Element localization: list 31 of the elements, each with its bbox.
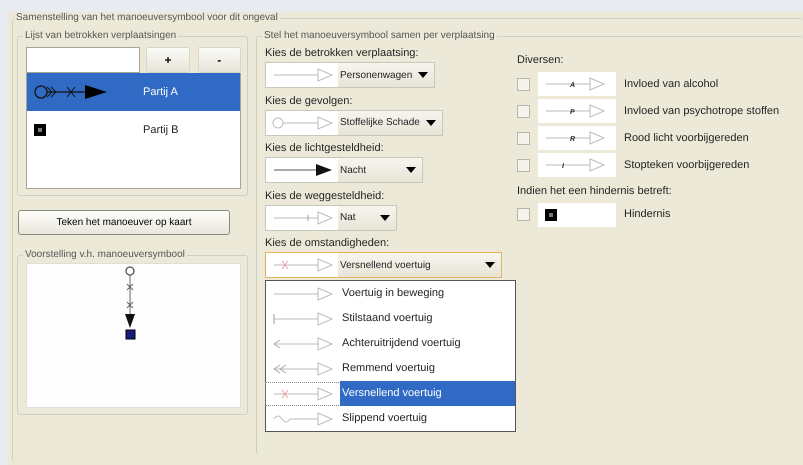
add-button[interactable]: +: [146, 47, 190, 73]
list-item[interactable]: Partij A: [27, 73, 240, 111]
dropdown-option[interactable]: Achteruitrijdend voertuig: [266, 331, 515, 356]
field-label: Kies de betrokken verplaatsing:: [265, 47, 420, 60]
option-label: Invloed van alcohol: [624, 76, 718, 92]
field-label: Kies de gevolgen:: [265, 94, 354, 108]
dropdown-select[interactable]: Nacht: [265, 157, 424, 183]
dropdown-option[interactable]: Voertuig in beweging: [266, 281, 515, 306]
option-label: Stopteken voorbijgereden: [624, 158, 750, 173]
dropdown-option[interactable]: Remmend voertuig: [266, 356, 515, 381]
panel-title: Voorstelling v.h. manoeuversymbool: [24, 249, 186, 261]
field-label: Kies de omstandigheden:: [265, 237, 390, 250]
section-label: Indien het een hindernis betreft:: [517, 184, 673, 198]
section-label: Diversen:: [517, 53, 564, 68]
dropdown-select[interactable]: Nat: [265, 204, 397, 230]
option-label: Invloed van psychotrope stoffen: [624, 104, 780, 119]
field-label: Kies de weggesteldheid:: [265, 190, 386, 202]
dropdown-select[interactable]: Stoffelijke Schade: [265, 110, 443, 136]
list-item[interactable]: Partij B: [27, 111, 240, 149]
group-title: Samenstelling van het manoeuversymbool voor dit ongeval: [15, 13, 279, 24]
draw-manoeuvre-button[interactable]: Teken het manoeuver op kaart: [18, 210, 230, 235]
dropdown-option[interactable]: Stilstaand voertuig: [266, 306, 515, 331]
dropdown-select[interactable]: Versnellend voertuig: [265, 252, 502, 278]
panel-title: Lijst van betrokken verplaatsingen: [24, 30, 178, 42]
dropdown-select[interactable]: Personenwagen: [265, 62, 436, 88]
dropdown-option[interactable]: Slippend voertuig: [266, 406, 515, 431]
panel-title: Stel het manoeuversymbool samen per verplaatsing: [263, 30, 496, 42]
field-label: Kies de lichtgesteldheid:: [265, 142, 385, 155]
remove-button[interactable]: -: [198, 47, 241, 73]
option-label: Hindernis: [624, 207, 670, 222]
option-label: Rood licht voorbijgereden: [624, 130, 749, 146]
